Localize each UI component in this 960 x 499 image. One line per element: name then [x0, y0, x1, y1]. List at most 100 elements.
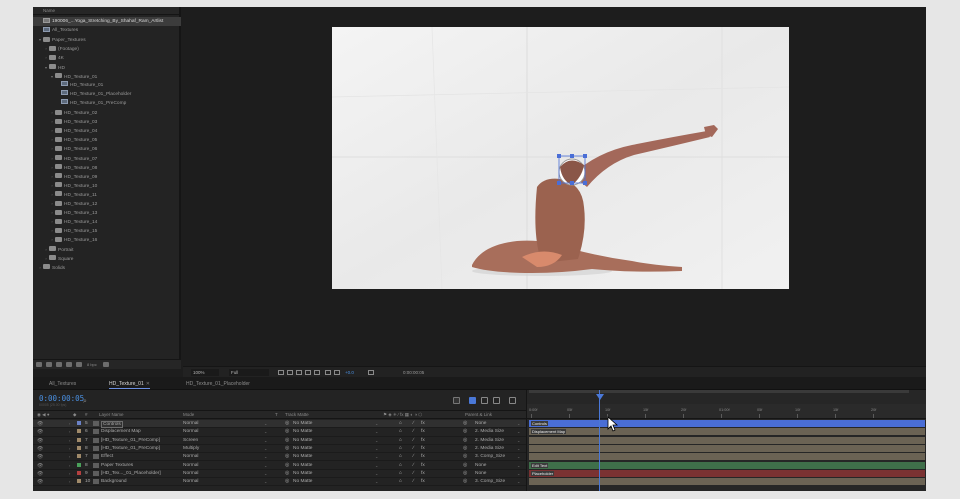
project-settings-icon[interactable]: [66, 362, 72, 367]
blend-mode-dropdown[interactable]: Normal: [183, 479, 198, 484]
blend-mode-dropdown[interactable]: Normal: [183, 454, 198, 459]
shy-switch-icon[interactable]: ⌂: [399, 479, 402, 484]
blend-mode-dropdown[interactable]: Normal: [183, 429, 198, 434]
project-item[interactable]: › HD_Texture_05: [33, 135, 181, 144]
quality-switch-icon[interactable]: ∕: [413, 429, 414, 434]
parent-dropdown[interactable]: 3. Comp_Size: [475, 479, 505, 484]
mode-header[interactable]: Mode: [183, 412, 194, 417]
project-item[interactable]: › HD_Texture_09: [33, 172, 181, 181]
eye-icon[interactable]: 👁: [37, 471, 43, 477]
layer-name[interactable]: [HD_Texture_01_PreComp]: [101, 446, 160, 451]
blend-mode-dropdown[interactable]: Normal: [183, 463, 198, 468]
chevron-down-icon[interactable]: ⌄: [517, 421, 520, 426]
track-matte-dropdown[interactable]: No Matte: [293, 421, 312, 426]
project-item[interactable]: › HD_Texture_02: [33, 108, 181, 117]
track-matte-dropdown[interactable]: No Matte: [293, 446, 312, 451]
chevron-down-icon[interactable]: ⌄: [517, 463, 520, 468]
layer-duration-bar[interactable]: [529, 453, 925, 461]
project-item[interactable]: 190006_...Yoga_Stretching_By_Shahaf_Ram_…: [33, 17, 181, 26]
eye-icon[interactable]: 👁: [37, 446, 43, 452]
track-matte-dropdown[interactable]: No Matte: [293, 479, 312, 484]
chevron-down-icon[interactable]: ⌄: [375, 463, 378, 468]
twirl-icon[interactable]: ›: [69, 438, 70, 443]
pick-whip-icon[interactable]: ◎: [463, 479, 467, 484]
blend-mode-dropdown[interactable]: Normal: [183, 471, 198, 476]
grid-guides-icon[interactable]: [305, 370, 311, 375]
quality-switch-icon[interactable]: ∕: [413, 421, 414, 426]
layer-row[interactable]: 👁 › 7 [HD_Texture_01_PreComp] Screen ⌄ ◎ No Mat…: [33, 437, 526, 445]
blend-mode-dropdown[interactable]: Screen: [183, 438, 198, 443]
composition-canvas[interactable]: [332, 27, 789, 289]
track-matte-icon[interactable]: ◎: [285, 454, 289, 459]
new-folder-icon[interactable]: [46, 362, 52, 367]
pick-whip-icon[interactable]: ◎: [463, 429, 467, 434]
eye-icon[interactable]: 👁: [37, 479, 43, 485]
chevron-down-icon[interactable]: ⌄: [264, 429, 267, 434]
tab-hd-texture-01[interactable]: HD_Texture_01 ✕: [109, 380, 150, 389]
current-time-indicator[interactable]: [599, 390, 600, 491]
eye-icon[interactable]: 👁: [37, 454, 43, 460]
pick-whip-icon[interactable]: ◎: [463, 446, 467, 451]
chevron-down-icon[interactable]: ⌄: [375, 471, 378, 476]
project-item[interactable]: › HD_Texture_15: [33, 226, 181, 235]
viewer-timecode[interactable]: 0:00:00:05: [403, 370, 424, 375]
layer-row[interactable]: 👁 › 8 [HD_Texture_01_PreComp] Multiply ⌄ ◎ No M…: [33, 445, 526, 454]
label-color-swatch[interactable]: [77, 454, 81, 459]
track-matte-icon[interactable]: ◎: [285, 479, 289, 484]
label-color-swatch[interactable]: [77, 470, 81, 475]
parent-link-header[interactable]: Parent & Link: [465, 412, 492, 417]
blend-mode-dropdown[interactable]: Normal: [183, 421, 198, 426]
chevron-down-icon[interactable]: ⌄: [517, 454, 520, 459]
chevron-down-icon[interactable]: ⌄: [264, 438, 267, 443]
project-item[interactable]: › Portrait: [33, 245, 181, 254]
pick-whip-icon[interactable]: ◎: [463, 438, 467, 443]
layer-name-header[interactable]: Layer Name: [99, 412, 124, 417]
channel-icon[interactable]: [314, 370, 320, 375]
exposure-value[interactable]: +0.0: [345, 370, 354, 375]
comp-flowchart-icon[interactable]: [453, 397, 460, 404]
project-item[interactable]: › HD_Texture_16: [33, 235, 181, 244]
fx-switch-icon[interactable]: fx: [421, 438, 425, 443]
quality-switch-icon[interactable]: ∕: [413, 438, 414, 443]
track-matte-header[interactable]: Track Matte: [285, 412, 309, 417]
project-item[interactable]: ▾ HD: [33, 63, 181, 72]
chevron-down-icon[interactable]: ⌄: [264, 471, 267, 476]
project-item[interactable]: › HD_Texture_04: [33, 126, 181, 135]
shy-switch-icon[interactable]: ⌂: [399, 438, 402, 443]
twirl-icon[interactable]: ›: [69, 421, 70, 426]
label-color-swatch[interactable]: [77, 445, 81, 450]
region-of-interest-icon[interactable]: [278, 370, 284, 375]
interpret-footage-icon[interactable]: [36, 362, 42, 367]
parent-dropdown[interactable]: 2. Media Size: [475, 446, 504, 451]
project-item[interactable]: › HD_Texture_13: [33, 208, 181, 217]
layer-duration-bar[interactable]: [529, 436, 925, 444]
project-item[interactable]: HD_Texture_01_PreComp: [33, 99, 181, 108]
layer-duration-bar[interactable]: Placeholder: [529, 469, 925, 477]
twirl-icon[interactable]: ›: [69, 471, 70, 476]
parent-dropdown[interactable]: None: [475, 471, 486, 476]
twirl-icon[interactable]: ›: [69, 454, 70, 459]
project-item[interactable]: ▾ Paper_Textures: [33, 35, 181, 44]
track-matte-icon[interactable]: ◎: [285, 429, 289, 434]
project-item[interactable]: › HD_Texture_03: [33, 117, 181, 126]
track-matte-dropdown[interactable]: No Matte: [293, 471, 312, 476]
shy-switch-icon[interactable]: ⌂: [399, 471, 402, 476]
parent-dropdown[interactable]: None: [475, 421, 486, 426]
layer-duration-bar[interactable]: [529, 478, 925, 486]
twirl-icon[interactable]: ›: [69, 429, 70, 434]
chevron-down-icon[interactable]: ⌄: [375, 479, 378, 484]
fx-switch-icon[interactable]: fx: [421, 421, 425, 426]
shy-switch-icon[interactable]: ⌂: [399, 421, 402, 426]
color-depth-icon[interactable]: [76, 362, 82, 367]
pick-whip-icon[interactable]: ◎: [463, 454, 467, 459]
layer-row[interactable]: 👁 › 9 [HD_Tex..._01_Placeholder] Normal ⌄ ◎ No …: [33, 470, 526, 479]
fx-switch-icon[interactable]: fx: [421, 454, 425, 459]
layer-row[interactable]: 👁 › 7 Effect Normal ⌄ ◎ No Matte ⌄ ⌂ ∕ fx ◎ 3. Comp_S…: [33, 453, 526, 462]
shy-switch-icon[interactable]: ⌂: [399, 463, 402, 468]
project-item[interactable]: HD_Texture_01: [33, 81, 181, 90]
layer-name[interactable]: Background: [101, 479, 127, 484]
parent-dropdown[interactable]: 2. Media Size: [475, 438, 504, 443]
tab-hd-texture-01-placeholder[interactable]: HD_Texture_01_Placeholder: [186, 380, 250, 389]
project-item[interactable]: ▾ HD_Texture_01: [33, 72, 181, 81]
pick-whip-icon[interactable]: ◎: [463, 463, 467, 468]
